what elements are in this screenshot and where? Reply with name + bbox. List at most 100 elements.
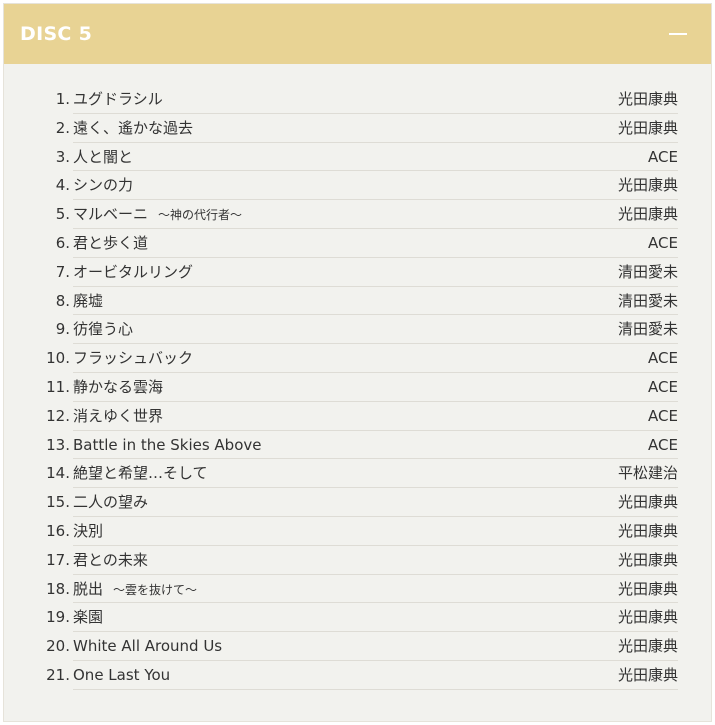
track-row-body: マルベーニ ～神の代行者～ 光田康典 [73, 200, 678, 229]
track-number: 16. [46, 521, 70, 540]
track-artist: 光田康典 [617, 579, 678, 598]
track-title: マルベーニ ～神の代行者～ [73, 204, 242, 225]
track-title: シンの力 [73, 175, 133, 195]
track-title-main: 決別 [73, 521, 104, 540]
track-number: 21. [46, 665, 70, 684]
track-title-main: 遠く、遙かな過去 [73, 118, 194, 137]
track-number: 2. [55, 118, 70, 137]
track-artist: 光田康典 [617, 637, 678, 656]
track-title: 君との未来 [73, 550, 148, 570]
track-row-body: 廃墟 清田愛未 [73, 287, 678, 316]
track-artist: 光田康典 [617, 205, 678, 224]
track-title: オービタルリング [73, 262, 193, 282]
track-row: 10. フラッシュバック ACE [4, 344, 711, 373]
track-number: 10. [46, 349, 70, 368]
track-artist: 清田愛未 [617, 291, 678, 310]
track-artist: 光田康典 [617, 493, 678, 512]
track-row: 6. 君と歩く道 ACE [4, 229, 711, 258]
track-row: 20. White All Around Us 光田康典 [4, 632, 711, 661]
track-artist: 光田康典 [617, 118, 678, 137]
track-artist: 平松建治 [617, 464, 678, 483]
track-number: 7. [55, 262, 70, 281]
track-artist: 光田康典 [617, 608, 678, 627]
track-row: 5. マルベーニ ～神の代行者～ 光田康典 [4, 200, 711, 229]
track-row-body: 遠く、遙かな過去 光田康典 [73, 114, 678, 143]
track-row: 8. 廃墟 清田愛未 [4, 287, 711, 316]
track-row-body: 君との未来 光田康典 [73, 546, 678, 575]
track-number: 4. [55, 176, 70, 195]
track-title-main: 消えゆく世界 [73, 406, 164, 425]
track-title-main: 脱出 [73, 579, 104, 598]
track-number: 11. [46, 377, 70, 396]
track-title-main: ユグドラシル [73, 90, 163, 108]
track-title: ユグドラシル [73, 89, 163, 109]
track-title-main: 二人の望み [73, 493, 149, 512]
track-row-body: 脱出 ～雲を抜けて～ 光田康典 [73, 575, 678, 604]
track-number: 3. [55, 147, 70, 166]
track-row: 9. 彷徨う心 清田愛未 [4, 315, 711, 345]
track-row-body: 消えゆく世界 ACE [73, 402, 678, 431]
track-title-main: フラッシュバック [73, 349, 194, 368]
track-row-body: 絶望と希望…そして 平松建治 [73, 459, 678, 489]
track-row: 14. 絶望と希望…そして 平松建治 [4, 459, 711, 489]
track-row: 12. 消えゆく世界 ACE [4, 402, 711, 431]
track-artist: ACE [648, 377, 678, 396]
track-row-body: One Last You 光田康典 [73, 661, 678, 690]
track-title: 静かなる雲海 [73, 377, 163, 397]
track-title: 遠く、遙かな過去 [73, 118, 193, 138]
track-row-body: 彷徨う心 清田愛未 [73, 315, 678, 345]
track-title-main: 人と闇と [73, 147, 134, 166]
track-row-body: 二人の望み 光田康典 [73, 488, 678, 517]
track-title-main: One Last You [73, 665, 171, 684]
track-row: 21. One Last You 光田康典 [4, 661, 711, 690]
track-number: 20. [46, 637, 70, 656]
track-title-main: マルベーニ [73, 205, 149, 224]
track-title: 廃墟 [73, 291, 103, 311]
track-row-body: White All Around Us 光田康典 [73, 632, 678, 661]
disc-header[interactable]: DISC 5 [4, 4, 711, 64]
track-row: 17. 君との未来 光田康典 [4, 546, 711, 575]
track-row: 1. ユグドラシル 光田康典 [4, 85, 711, 114]
track-row: 15. 二人の望み 光田康典 [4, 488, 711, 517]
track-row-body: フラッシュバック ACE [73, 344, 678, 373]
track-row: 13. Battle in the Skies Above ACE [4, 431, 711, 460]
track-title-main: 静かなる雲海 [73, 377, 164, 396]
track-row: 3. 人と闇と ACE [4, 143, 711, 172]
track-title-main: White All Around Us [73, 637, 223, 656]
track-subtitle: ～雲を抜けて～ [113, 582, 198, 597]
track-row: 4. シンの力 光田康典 [4, 171, 711, 201]
track-row-body: 楽園 光田康典 [73, 603, 678, 633]
track-row: 19. 楽園 光田康典 [4, 603, 711, 633]
track-number: 14. [46, 464, 70, 483]
track-title-main: シンの力 [73, 176, 134, 195]
track-title-main: 君と歩く道 [73, 233, 149, 252]
track-title: 消えゆく世界 [73, 406, 163, 426]
track-artist: ACE [648, 147, 678, 166]
track-row: 16. 決別 光田康典 [4, 517, 711, 546]
track-title: フラッシュバック [73, 348, 193, 368]
track-artist: ACE [648, 435, 678, 454]
track-row-body: 決別 光田康典 [73, 517, 678, 546]
track-artist: 光田康典 [617, 521, 678, 540]
track-artist: 光田康典 [617, 550, 678, 569]
track-title-main: Battle in the Skies Above [73, 435, 262, 454]
disc-title: DISC 5 [20, 23, 93, 45]
track-number: 13. [46, 435, 70, 454]
track-title: 二人の望み [73, 492, 148, 512]
track-title: White All Around Us [73, 636, 222, 656]
track-title-main: 楽園 [73, 608, 104, 627]
track-number: 18. [46, 579, 70, 598]
track-number: 17. [46, 550, 70, 569]
minus-icon[interactable] [667, 23, 689, 45]
track-title: 人と闇と [73, 147, 133, 167]
track-row-body: 人と闇と ACE [73, 143, 678, 172]
track-artist: ACE [648, 349, 678, 368]
track-artist: ACE [648, 233, 678, 252]
track-artist: 清田愛未 [617, 320, 678, 339]
track-row-body: シンの力 光田康典 [73, 171, 678, 201]
track-number: 9. [55, 320, 70, 339]
track-row-body: ユグドラシル 光田康典 [73, 85, 678, 114]
track-artist: 光田康典 [617, 665, 678, 684]
track-number: 15. [46, 493, 70, 512]
track-list: 1. ユグドラシル 光田康典 2. 遠く、遙かな過去 光田康典 3. 人と闇と ACE 4. シンの… [4, 85, 711, 690]
